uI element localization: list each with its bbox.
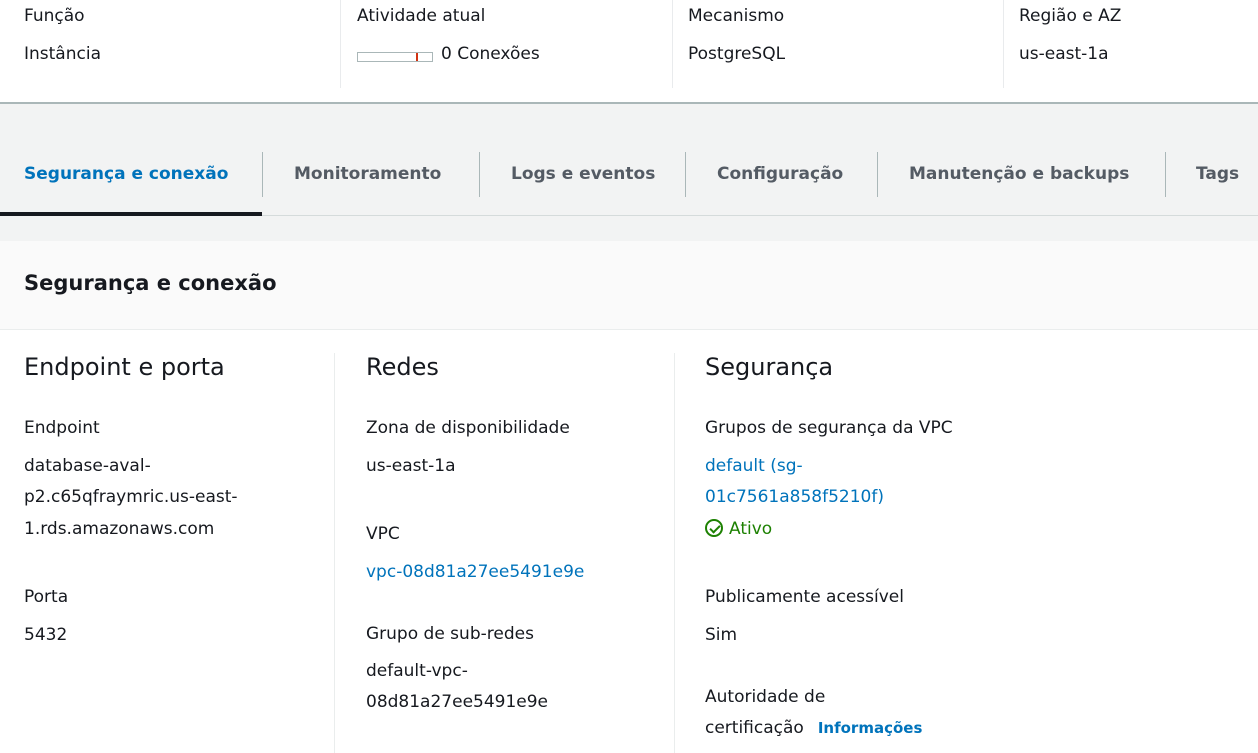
networking-heading: Redes: [366, 353, 439, 381]
vpc-security-groups-label: Grupos de segurança da VPC: [705, 418, 953, 438]
tab-separator: [877, 152, 878, 197]
port-value: 5432: [24, 625, 68, 645]
summary-divider: [672, 0, 673, 88]
security-heading: Segurança: [705, 353, 834, 381]
publicly-accessible-label: Publicamente acessível: [705, 587, 904, 607]
summary-divider: [340, 0, 341, 88]
connections-meter-mark: [416, 53, 418, 61]
summary-role-value: Instância: [24, 44, 101, 64]
panel-title: Segurança e conexão: [24, 271, 277, 295]
summary-region-label: Região e AZ: [1019, 6, 1122, 26]
endpoint-value-line-3[interactable]: 1.rds.amazonaws.com: [24, 516, 214, 543]
endpoint-port-heading: Endpoint e porta: [24, 353, 225, 381]
certificate-authority-label-line-2: certificação Informações: [705, 715, 922, 742]
panel-header: Segurança e conexão: [0, 241, 1258, 330]
tab-bar: Segurança e conexão Monitoramento Logs e…: [0, 104, 1258, 216]
subnet-group-label: Grupo de sub-redes: [366, 624, 534, 644]
security-group-status: Ativo: [705, 516, 772, 543]
summary-strip: Função Instância Atividade atual 0 Conex…: [0, 0, 1258, 104]
summary-role-label: Função: [24, 6, 85, 26]
certificate-authority-label-line-1: Autoridade de: [705, 687, 826, 707]
summary-divider: [1003, 0, 1004, 88]
availability-zone-value: us-east-1a: [366, 456, 456, 476]
tab-logs-events[interactable]: Logs e eventos: [511, 149, 655, 199]
endpoint-label: Endpoint: [24, 418, 100, 438]
tab-separator: [1165, 152, 1166, 197]
security-group-link-line-2[interactable]: 01c7561a858f5210f): [705, 484, 884, 511]
check-circle-icon: [705, 519, 723, 537]
endpoint-value-line-2[interactable]: p2.c65qfraymric.us-east-: [24, 484, 238, 511]
tab-monitoring[interactable]: Monitoramento: [294, 149, 441, 199]
tab-tags[interactable]: Tags: [1196, 149, 1239, 199]
publicly-accessible-value: Sim: [705, 625, 738, 645]
certificate-authority-label-text: certificação: [705, 718, 804, 738]
subnet-group-value-line-1: default-vpc-: [366, 661, 468, 681]
tab-security-connection[interactable]: Segurança e conexão: [24, 149, 228, 199]
tab-maintenance-backups[interactable]: Manutenção e backups: [909, 149, 1129, 199]
info-link[interactable]: Informações: [818, 719, 923, 737]
summary-activity-label: Atividade atual: [357, 6, 486, 26]
summary-region-value: us-east-1a: [1019, 44, 1109, 64]
column-divider: [674, 353, 675, 753]
subnet-group-value-line-2: 08d81a27ee5491e9e: [366, 692, 549, 712]
tab-separator: [479, 152, 480, 197]
vpc-link[interactable]: vpc-08d81a27ee5491e9e: [366, 559, 584, 586]
availability-zone-label: Zona de disponibilidade: [366, 418, 570, 438]
security-group-status-text: Ativo: [729, 519, 773, 539]
vpc-label: VPC: [366, 524, 400, 544]
endpoint-value-line-1[interactable]: database-aval-: [24, 453, 151, 480]
summary-engine-value: PostgreSQL: [688, 44, 786, 64]
port-label: Porta: [24, 587, 69, 607]
security-group-link-line-1[interactable]: default (sg-: [705, 453, 803, 480]
security-connection-panel: Segurança e conexão Endpoint e porta End…: [0, 241, 1258, 753]
tab-configuration[interactable]: Configuração: [717, 149, 843, 199]
column-divider: [334, 353, 335, 753]
tab-separator: [262, 152, 263, 197]
active-tab-indicator: [0, 212, 262, 216]
tab-separator: [685, 152, 686, 197]
summary-activity-value: 0 Conexões: [441, 44, 540, 64]
connections-meter: [357, 52, 433, 62]
summary-engine-label: Mecanismo: [688, 6, 785, 26]
